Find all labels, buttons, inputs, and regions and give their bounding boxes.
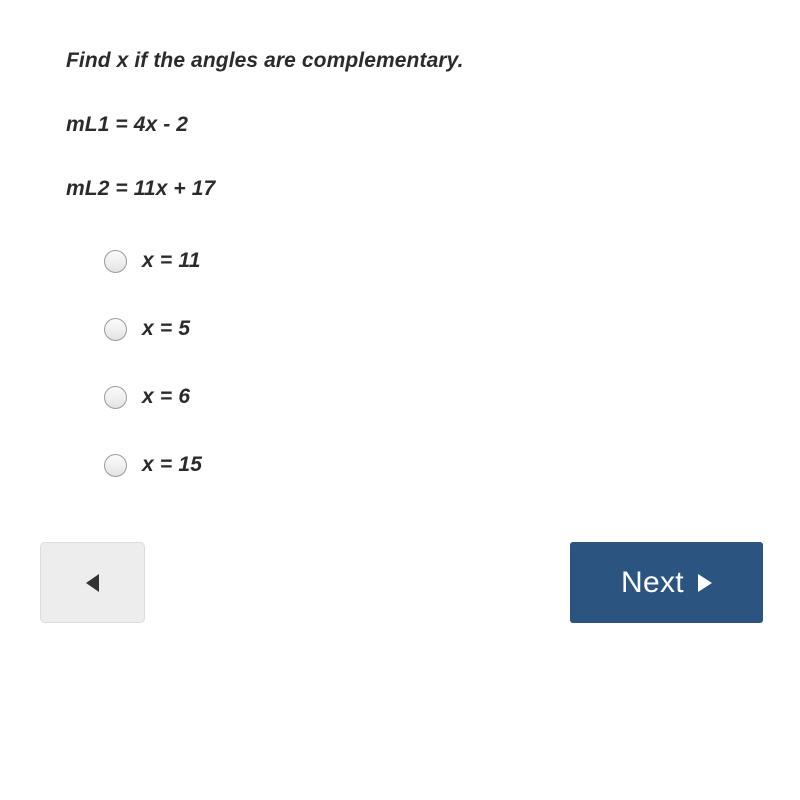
radio-button-icon-3[interactable] [104,385,127,409]
answer-option-label-3: x = 6 [142,385,191,408]
quiz-page: Find x if the angles are complementary. … [0,0,800,800]
radio-button-icon-1[interactable] [104,249,127,273]
triangle-right-icon [697,573,712,592]
answer-option-2[interactable]: x = 5 [104,315,524,343]
answer-option-label-2: x = 5 [142,317,191,340]
back-button[interactable] [40,542,145,623]
radio-button-icon-4[interactable] [104,453,127,477]
question-block: Find x if the angles are complementary. … [66,48,766,202]
answer-option-1[interactable]: x = 11 [104,247,524,275]
next-button[interactable]: Next [570,542,763,623]
answer-option-label-1: x = 11 [142,249,201,272]
answer-options-list: x = 11 x = 5 x = 6 x = 15 [104,247,524,519]
answer-option-3[interactable]: x = 6 [104,383,524,411]
question-title: Find x if the angles are complementary. [66,49,464,72]
radio-button-icon-2[interactable] [104,317,127,341]
answer-option-4[interactable]: x = 15 [104,451,524,479]
triangle-left-icon [86,573,99,592]
next-button-label: Next [621,565,684,599]
answer-option-label-4: x = 15 [142,453,203,476]
equation-line-2: mL2 = 11x + 17 [66,177,216,200]
equation-line-1: mL1 = 4x - 2 [66,113,189,136]
